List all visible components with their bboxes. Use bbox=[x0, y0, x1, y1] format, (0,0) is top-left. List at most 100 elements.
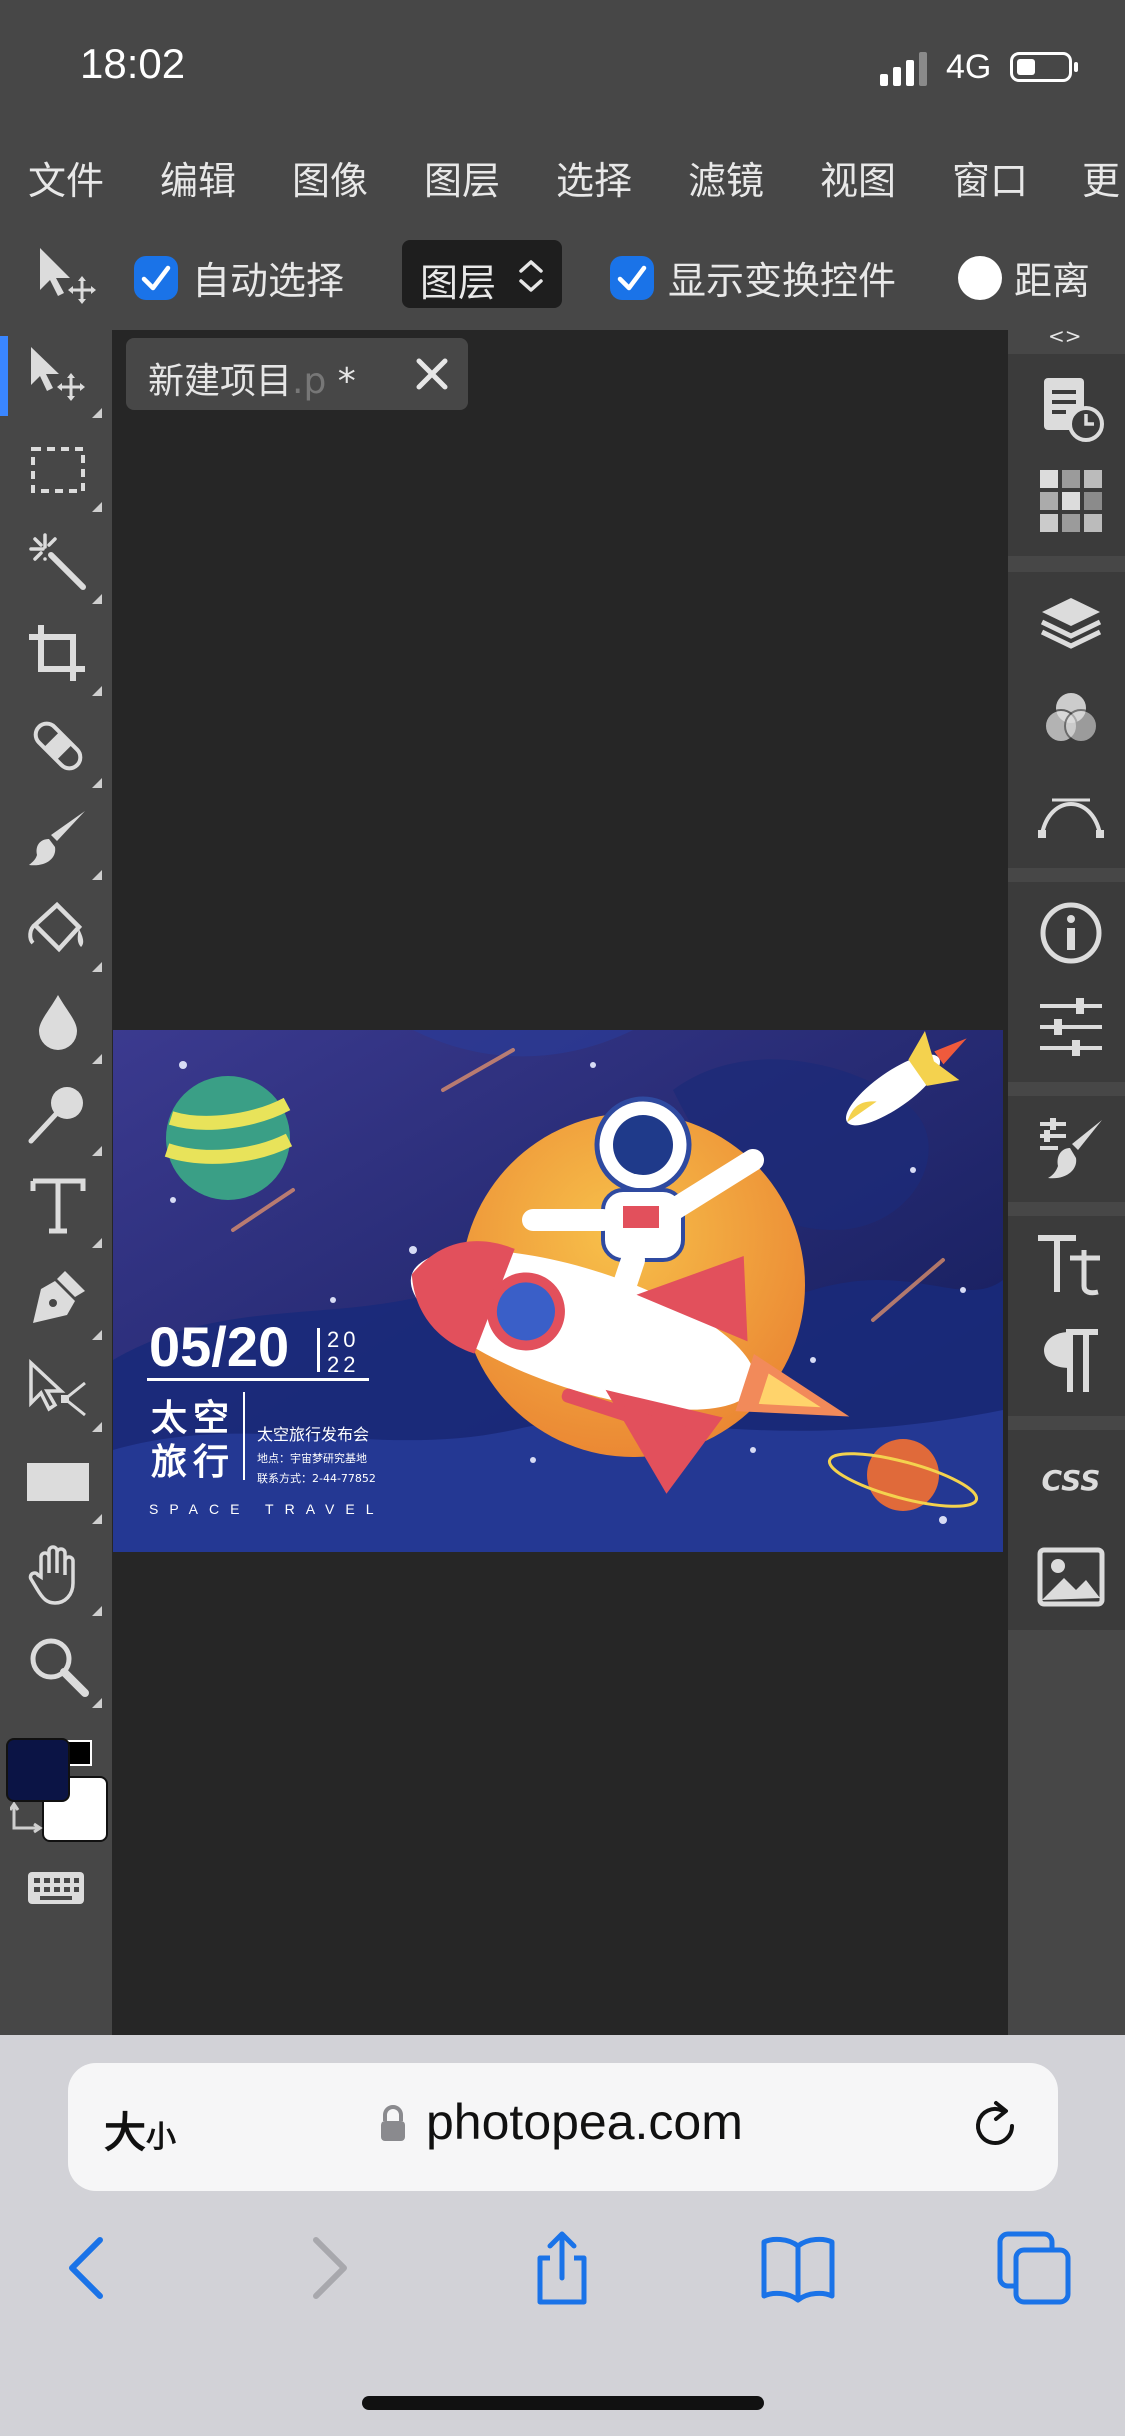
signal-icon bbox=[880, 52, 927, 86]
menu-bar: 文件 编辑 图像 图层 选择 滤镜 视图 窗口 更 bbox=[0, 140, 1125, 220]
menu-layer[interactable]: 图层 bbox=[424, 150, 500, 205]
poster-location: 地点：宇宙梦研究基地 bbox=[257, 1451, 367, 1465]
hand-icon bbox=[28, 1545, 75, 1605]
document-name: 新建项目 bbox=[148, 361, 293, 402]
panel-group-4 bbox=[1008, 1096, 1125, 1202]
text-size-button[interactable]: 大小 bbox=[104, 2099, 176, 2160]
panel-collapse-toggle[interactable]: <> bbox=[1048, 324, 1082, 348]
reload-icon[interactable] bbox=[968, 2099, 1022, 2153]
zoom-tool-button[interactable] bbox=[18, 1626, 102, 1708]
panel-group-2 bbox=[1008, 572, 1125, 868]
character-icon[interactable] bbox=[1036, 1230, 1106, 1300]
path-select-tool-button[interactable] bbox=[18, 1350, 102, 1432]
home-indicator bbox=[362, 2396, 764, 2410]
menu-filter[interactable]: 滤镜 bbox=[688, 150, 764, 205]
forward-icon[interactable] bbox=[290, 2230, 366, 2306]
tabs-icon[interactable] bbox=[996, 2230, 1072, 2306]
brush-icon bbox=[29, 811, 85, 866]
address-bar[interactable]: 大小 photopea.com bbox=[68, 2063, 1058, 2191]
history-icon[interactable] bbox=[1036, 374, 1106, 444]
rectangle-tool-button[interactable] bbox=[18, 1442, 102, 1524]
distance-checkbox[interactable] bbox=[958, 256, 1002, 300]
show-transform-label: 显示变换控件 bbox=[668, 259, 897, 303]
poster-subtitle: SPACE TRAVEL bbox=[149, 1501, 384, 1517]
image-icon[interactable] bbox=[1036, 1542, 1106, 1612]
type-tool-button[interactable] bbox=[18, 1166, 102, 1248]
healing-tool-button[interactable] bbox=[18, 706, 102, 788]
swap-colors-icon[interactable] bbox=[10, 1802, 44, 1836]
status-bar: 18:02 4G bbox=[0, 0, 1125, 140]
bookmarks-icon[interactable] bbox=[760, 2230, 836, 2306]
css-icon[interactable]: CSS bbox=[1036, 1446, 1106, 1516]
menu-file[interactable]: 文件 bbox=[28, 150, 104, 205]
zoom-icon bbox=[30, 1638, 89, 1697]
dodge-tool-button[interactable] bbox=[18, 1074, 102, 1156]
document-tab[interactable]: 新建项目.p * bbox=[126, 338, 468, 410]
crop-icon bbox=[29, 625, 85, 681]
lock-icon bbox=[381, 2105, 405, 2141]
share-icon[interactable] bbox=[524, 2230, 600, 2306]
blur-tool-button[interactable] bbox=[18, 982, 102, 1064]
document-modified-marker: * bbox=[337, 361, 356, 402]
poster-event: 太空旅行发布会 bbox=[257, 1425, 369, 1444]
menu-image[interactable]: 图像 bbox=[292, 150, 368, 205]
crop-tool-button[interactable] bbox=[18, 614, 102, 696]
dodge-icon bbox=[28, 1087, 83, 1144]
close-icon[interactable] bbox=[414, 356, 450, 392]
marquee-icon bbox=[31, 447, 85, 493]
info-icon[interactable] bbox=[1036, 898, 1106, 968]
show-transform-checkbox[interactable] bbox=[610, 256, 654, 300]
brush-tool-button[interactable] bbox=[18, 798, 102, 880]
space-travel-poster: 05/20 20 22 太空 旅行 太空旅行发布会 地点：宇宙梦研究基地 联系方… bbox=[113, 1030, 1003, 1552]
url-text[interactable]: photopea.com bbox=[426, 2093, 743, 2151]
adjustments-icon[interactable] bbox=[1036, 992, 1106, 1062]
document-ext: .p bbox=[292, 361, 327, 402]
poster-date: 05/20 bbox=[149, 1315, 289, 1378]
magic-wand-icon bbox=[29, 533, 86, 590]
menu-edit[interactable]: 编辑 bbox=[160, 150, 236, 205]
auto-select-checkbox[interactable] bbox=[134, 256, 178, 300]
drop-icon bbox=[39, 995, 77, 1050]
battery-icon bbox=[1010, 52, 1078, 82]
poster-title-line1: 太空 bbox=[151, 1398, 235, 1439]
poster-year-bottom: 22 bbox=[327, 1352, 359, 1377]
distance-label: 距离 bbox=[1014, 259, 1091, 303]
panel-group-1 bbox=[1008, 354, 1125, 556]
status-time: 18:02 bbox=[80, 40, 186, 87]
panel-group-5 bbox=[1008, 1216, 1125, 1416]
poster-contact: 联系方式：2-44-77852 bbox=[257, 1471, 376, 1485]
menu-view[interactable]: 视图 bbox=[820, 150, 896, 205]
menu-select[interactable]: 选择 bbox=[556, 150, 632, 205]
pen-icon bbox=[33, 1271, 85, 1323]
paths-icon[interactable] bbox=[1036, 778, 1106, 848]
paragraph-icon[interactable] bbox=[1036, 1326, 1106, 1396]
bandage-icon bbox=[33, 721, 83, 771]
magic-wand-tool-button[interactable] bbox=[18, 522, 102, 604]
pen-tool-button[interactable] bbox=[18, 1258, 102, 1340]
brush-settings-icon[interactable] bbox=[1036, 1114, 1106, 1184]
move-tool-button[interactable] bbox=[18, 336, 102, 418]
channels-icon[interactable] bbox=[1036, 684, 1106, 754]
layer-select-value: 图层 bbox=[420, 261, 497, 305]
layer-select-dropdown[interactable]: 图层 bbox=[402, 240, 562, 308]
network-type: 4G bbox=[946, 48, 992, 86]
swatches-icon[interactable] bbox=[1036, 466, 1106, 536]
back-icon[interactable] bbox=[50, 2230, 126, 2306]
canvas-artwork[interactable]: 05/20 20 22 太空 旅行 太空旅行发布会 地点：宇宙梦研究基地 联系方… bbox=[113, 1030, 1003, 1552]
hand-tool-button[interactable] bbox=[18, 1534, 102, 1616]
marquee-tool-button[interactable] bbox=[18, 430, 102, 512]
move-tool-icon[interactable] bbox=[34, 244, 100, 310]
type-icon bbox=[30, 1178, 86, 1234]
chevron-updown-icon bbox=[519, 260, 543, 292]
menu-window[interactable]: 窗口 bbox=[952, 150, 1028, 205]
paint-bucket-tool-button[interactable] bbox=[18, 890, 102, 972]
poster-title-line2: 旅行 bbox=[151, 1442, 235, 1483]
layers-icon[interactable] bbox=[1036, 588, 1106, 658]
keyboard-icon[interactable] bbox=[26, 1868, 86, 1908]
poster-year-top: 20 bbox=[327, 1327, 359, 1352]
foreground-color-swatch[interactable] bbox=[6, 1738, 70, 1802]
menu-more[interactable]: 更 bbox=[1082, 150, 1120, 205]
paint-bucket-icon bbox=[28, 901, 84, 953]
move-icon bbox=[31, 347, 85, 401]
panel-group-6: CSS bbox=[1008, 1430, 1125, 1630]
